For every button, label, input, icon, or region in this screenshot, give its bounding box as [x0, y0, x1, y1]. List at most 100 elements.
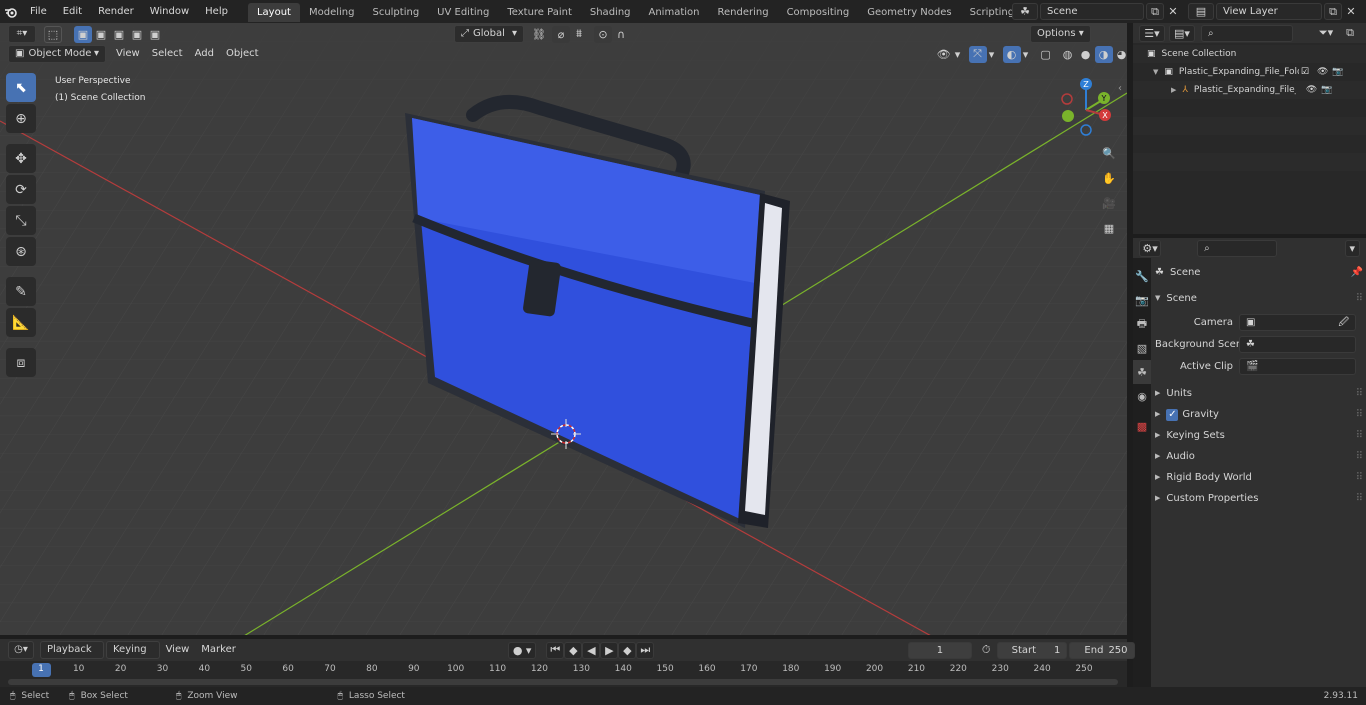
tab-layout[interactable]: Layout	[247, 3, 300, 22]
select-tool-icon[interactable]: ⬚	[44, 25, 62, 43]
viewport-menu-add[interactable]: Add	[189, 45, 220, 63]
panel-keying-sets[interactable]: ▶ Keying Sets ⠿	[1155, 425, 1363, 446]
copy-scene-icon[interactable]: ⧉	[1146, 3, 1164, 20]
add-cube-tool-icon[interactable]: ⧈	[6, 348, 36, 377]
texture-tab-icon[interactable]: ▩	[1133, 414, 1151, 438]
pan-hand-icon[interactable]: ✋	[1098, 167, 1120, 189]
menu-help[interactable]: Help	[197, 0, 236, 23]
scene-panel-header[interactable]: ▼ Scene ⠿	[1155, 288, 1363, 309]
close-scene-icon[interactable]: ✕	[1164, 3, 1182, 20]
chevron-down-icon[interactable]: ▾	[1021, 46, 1031, 63]
gizmo-toggle-icon[interactable]: ⤧	[968, 45, 987, 63]
play-reverse-icon[interactable]: ◀	[582, 641, 601, 659]
current-frame-field[interactable]: 1	[908, 641, 972, 659]
rendered-shading-icon[interactable]: ◕	[1113, 46, 1127, 63]
select-subtract-icon[interactable]: ▣	[110, 26, 128, 43]
cursor-tool-icon[interactable]: ⊕	[6, 104, 36, 133]
tab-animation[interactable]: Animation	[640, 3, 709, 22]
chevron-down-icon[interactable]: ▾	[953, 46, 963, 63]
menu-edit[interactable]: Edit	[55, 0, 90, 23]
viewport-menu-object[interactable]: Object	[220, 45, 265, 63]
scale-tool-icon[interactable]: ⤡	[6, 206, 36, 235]
drag-handle-icon[interactable]: ⠿	[1356, 488, 1363, 509]
pivot-icon[interactable]: ⛓	[530, 26, 548, 43]
timeline-menu-keying[interactable]: Keying ▾	[106, 641, 160, 671]
snap-icon[interactable]: ⌀	[552, 25, 570, 43]
outliner-row-scene-collection[interactable]: ▣ Scene Collection	[1133, 45, 1366, 63]
view-layer-tab-icon[interactable]: ▧	[1133, 336, 1151, 360]
camera-render-icon[interactable]: 📷	[1332, 63, 1343, 81]
new-collection-icon[interactable]: ⧉	[1341, 25, 1359, 42]
options-button[interactable]: Options ▾	[1030, 25, 1091, 43]
3d-viewport[interactable]: Z Y X ⌗▾ ⬚ ▣ ▣ ▣ ▣ ▣ ⤢ Global ▾ ⛓ ⌀ ⩩ ⊙ …	[0, 23, 1127, 635]
drag-handle-icon[interactable]: ⠿	[1356, 446, 1363, 467]
menu-window[interactable]: Window	[142, 0, 197, 23]
panel-custom-properties[interactable]: ▶ Custom Properties ⠿	[1155, 488, 1363, 509]
outliner-row-collection[interactable]: ▼ ▣ Plastic_Expanding_File_Folder ☑ 👁 📷	[1133, 63, 1366, 81]
panel-audio[interactable]: ▶ Audio ⠿	[1155, 446, 1363, 467]
menu-render[interactable]: Render	[90, 0, 142, 23]
eyedropper-icon[interactable]: 🖉	[1338, 315, 1349, 330]
tab-sculpting[interactable]: Sculpting	[363, 3, 428, 22]
camera-render-icon[interactable]: 📷	[1321, 81, 1332, 99]
view-layer-field[interactable]: View Layer	[1216, 3, 1322, 20]
select-new-icon[interactable]: ▣	[74, 25, 92, 43]
outliner-row-object[interactable]: ▶ ⅄ Plastic_Expanding_File_Fo 👁 📷	[1133, 81, 1366, 99]
tool-tab-icon[interactable]: 🔧	[1133, 264, 1151, 288]
falloff-icon[interactable]: ∩	[612, 26, 630, 43]
drag-handle-icon[interactable]: ⠿	[1356, 288, 1363, 309]
filter-icon[interactable]: ⏷▾	[1313, 25, 1339, 42]
tab-geometry-nodes[interactable]: Geometry Nodes	[858, 3, 960, 22]
measure-tool-icon[interactable]: 📐	[6, 308, 36, 337]
next-keyframe-icon[interactable]: ◆	[618, 641, 637, 659]
drag-handle-icon[interactable]: ⠿	[1356, 467, 1363, 488]
timeline-scrollbar[interactable]	[8, 679, 1118, 685]
move-tool-icon[interactable]: ✥	[6, 144, 36, 173]
visibility-icon[interactable]: 👁	[935, 46, 953, 63]
stopwatch-icon[interactable]: ⏱	[978, 642, 995, 659]
blender-logo-icon[interactable]	[0, 6, 22, 18]
end-frame-field[interactable]: End 250	[1069, 641, 1135, 659]
output-tab-icon[interactable]: 🖶	[1133, 312, 1151, 336]
play-icon[interactable]: ▶	[600, 641, 619, 659]
scene-field[interactable]: Scene	[1040, 3, 1144, 20]
display-mode-icon[interactable]: ▤▾	[1169, 24, 1195, 42]
timeline-editor-icon[interactable]: ◷▾	[8, 641, 34, 659]
properties-editor-icon[interactable]: ⚙▾	[1139, 239, 1162, 257]
select-box-tool-icon[interactable]: ⬉	[6, 73, 36, 102]
solid-shading-icon[interactable]: ●	[1077, 46, 1095, 63]
panel-rigid-body-world[interactable]: ▶ Rigid Body World ⠿	[1155, 467, 1363, 488]
tab-modeling[interactable]: Modeling	[300, 3, 364, 22]
camera-view-icon[interactable]: 🎥	[1098, 192, 1120, 214]
transform-tool-icon[interactable]: ⊛	[6, 237, 36, 266]
tab-uv-editing[interactable]: UV Editing	[428, 3, 498, 22]
exclude-checkbox-icon[interactable]: ☑	[1301, 63, 1309, 81]
select-intersect-icon[interactable]: ▣	[146, 26, 164, 43]
scene-icon[interactable]: ☘	[1012, 3, 1038, 20]
proportional-edit-icon[interactable]: ⊙	[594, 25, 612, 43]
sidebar-toggle-icon[interactable]: ‹	[1118, 83, 1122, 94]
annotate-tool-icon[interactable]: ✎	[6, 277, 36, 306]
zoom-icon[interactable]: 🔍	[1098, 142, 1120, 164]
timeline-ruler[interactable]: 1 10 20 30 40 50 60 70 80 90 100 110 120 130 140 150 160…	[0, 661, 1127, 687]
properties-search-input[interactable]: ⌕	[1197, 239, 1277, 257]
timeline-menu-marker[interactable]: Marker	[195, 641, 242, 659]
scene-tab-icon[interactable]: ☘	[1133, 360, 1151, 384]
menu-file[interactable]: File	[22, 0, 55, 23]
material-shading-icon[interactable]: ◑	[1094, 45, 1113, 63]
tab-rendering[interactable]: Rendering	[708, 3, 777, 22]
jump-end-icon[interactable]: ⏭	[636, 641, 655, 659]
prev-keyframe-icon[interactable]: ◆	[564, 641, 583, 659]
panel-units[interactable]: ▶ Units ⠿	[1155, 383, 1363, 404]
rotate-tool-icon[interactable]: ⟳	[6, 175, 36, 204]
start-frame-field[interactable]: Start 1	[996, 641, 1068, 659]
timeline-menu-view[interactable]: View	[160, 641, 196, 659]
tab-texture-paint[interactable]: Texture Paint	[498, 3, 581, 22]
snap-target-icon[interactable]: ⩩	[570, 26, 588, 43]
chevron-down-icon[interactable]: ▾	[1344, 239, 1360, 257]
active-clip-field[interactable]: 🎬	[1239, 358, 1356, 375]
world-tab-icon[interactable]: ◉	[1133, 384, 1151, 408]
copy-view-layer-icon[interactable]: ⧉	[1324, 3, 1342, 20]
editor-type-icon[interactable]: ⌗▾	[8, 25, 36, 43]
tab-shading[interactable]: Shading	[581, 3, 640, 22]
